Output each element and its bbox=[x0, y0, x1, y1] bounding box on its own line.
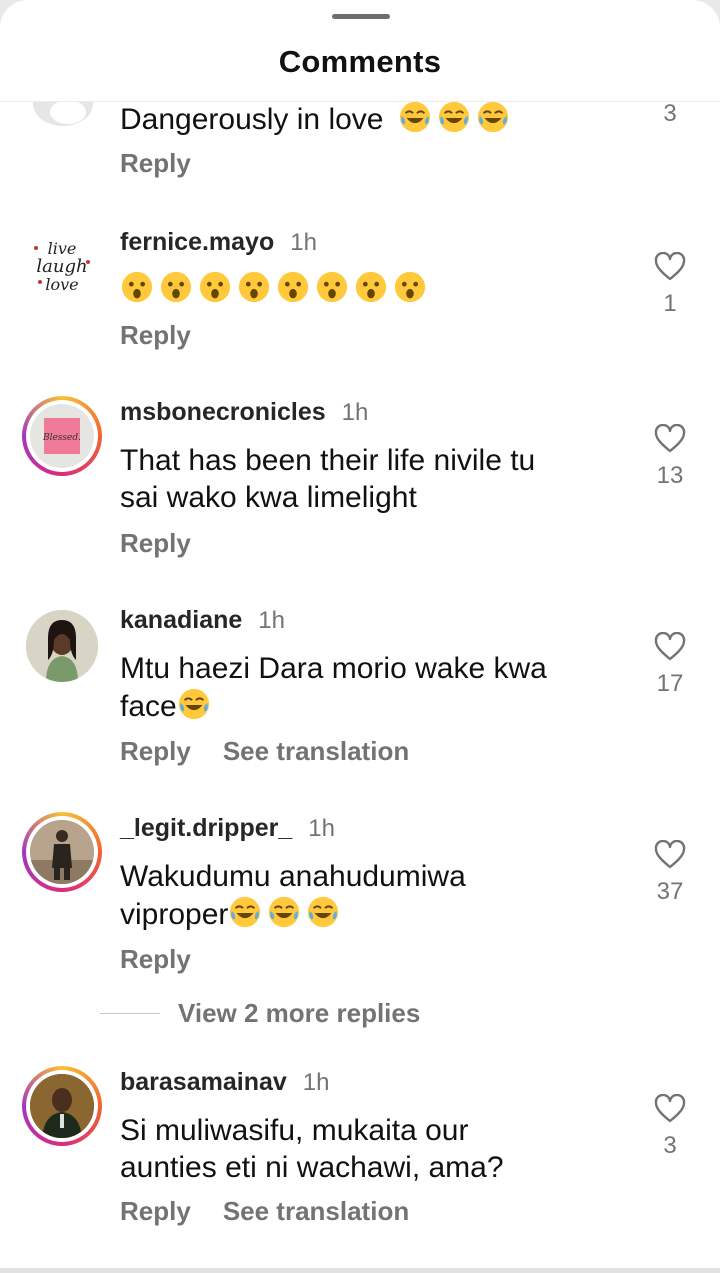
like-count: 3 bbox=[663, 1132, 677, 1159]
comment-actions: Reply bbox=[120, 148, 191, 179]
see-translation-button[interactable]: See translation bbox=[223, 1196, 409, 1227]
avatar-image bbox=[26, 610, 98, 682]
joy-emoji-icon bbox=[269, 896, 300, 928]
avatar-image bbox=[30, 1074, 94, 1138]
comment-header: kanadiane 1h bbox=[120, 606, 285, 635]
comment-header: fernice.mayo 1h bbox=[120, 228, 317, 257]
comment-actions: Reply See translation bbox=[120, 736, 409, 767]
avatar-image bbox=[30, 820, 94, 884]
wow-emoji-icon bbox=[316, 271, 348, 303]
page-title: Comments bbox=[278, 44, 442, 79]
username[interactable]: barasamainav bbox=[120, 1068, 287, 1097]
avatar[interactable] bbox=[22, 606, 102, 686]
joy-emoji-icon bbox=[477, 101, 508, 133]
avatar-story-ring[interactable] bbox=[22, 1066, 102, 1146]
comments-list[interactable]: Dangerously in love Reply 3 live laugh l… bbox=[0, 0, 720, 1273]
comment-text: Mtu haezi Dara morio wake kwa face bbox=[120, 652, 547, 723]
username[interactable]: fernice.mayo bbox=[120, 228, 274, 257]
avatar-story-ring[interactable] bbox=[22, 812, 102, 892]
reply-button[interactable]: Reply bbox=[120, 528, 191, 559]
svg-text:laugh: laugh bbox=[36, 256, 87, 277]
heart-icon bbox=[654, 424, 686, 453]
comment-text: Si muliwasifu, mukaita our aunties eti n… bbox=[120, 1114, 504, 1184]
heart-icon bbox=[654, 840, 686, 869]
wow-emoji-icon bbox=[199, 271, 231, 303]
comment-header: barasamainav 1h bbox=[120, 1068, 329, 1097]
username[interactable]: _legit.dripper_ bbox=[120, 814, 292, 843]
timestamp: 1h bbox=[341, 399, 369, 426]
heart-icon bbox=[654, 632, 686, 661]
username[interactable]: kanadiane bbox=[120, 606, 242, 635]
like-button[interactable]: 37 bbox=[648, 840, 692, 906]
joy-emoji-icon bbox=[308, 896, 339, 928]
comment-header: msbonecronicles 1h bbox=[120, 398, 368, 427]
like-count: 37 bbox=[656, 878, 684, 905]
comment-text: Wakudumu anahudumiwa viproper bbox=[120, 860, 466, 931]
reply-button[interactable]: Reply bbox=[120, 1196, 191, 1227]
comment-header: _legit.dripper_ 1h bbox=[120, 814, 335, 843]
like-button[interactable]: 1 bbox=[648, 252, 692, 318]
comment-text: Dangerously in love bbox=[120, 100, 620, 138]
comment-actions: Reply bbox=[120, 528, 191, 559]
username[interactable]: msbonecronicles bbox=[120, 398, 326, 427]
view-more-replies[interactable]: View 2 more replies bbox=[100, 998, 420, 1029]
timestamp: 1h bbox=[308, 815, 335, 842]
timestamp: 1h bbox=[290, 229, 317, 256]
like-button[interactable]: 13 bbox=[648, 424, 692, 490]
timestamp: 1h bbox=[302, 1069, 330, 1096]
like-count: 1 bbox=[663, 290, 677, 317]
avatar-story-ring[interactable]: Blessed. bbox=[22, 396, 102, 476]
like-count: 17 bbox=[656, 670, 684, 697]
comments-header: Comments bbox=[0, 0, 720, 102]
joy-emoji-icon bbox=[399, 101, 430, 133]
timestamp: 1h bbox=[258, 607, 285, 634]
comment-actions: Reply See translation bbox=[120, 1196, 409, 1227]
like-count: 13 bbox=[656, 462, 684, 489]
svg-text:love: love bbox=[45, 275, 78, 294]
heart-icon bbox=[654, 1094, 686, 1123]
avatar-image: Blessed. bbox=[42, 418, 81, 454]
comment-text bbox=[120, 270, 620, 308]
like-button[interactable]: 17 bbox=[648, 632, 692, 698]
wow-emoji-icon bbox=[160, 271, 192, 303]
drag-handle[interactable] bbox=[332, 14, 390, 19]
reply-button[interactable]: Reply bbox=[120, 320, 191, 351]
reply-button[interactable]: Reply bbox=[120, 736, 191, 767]
wow-emoji-icon bbox=[394, 271, 426, 303]
comment-text: That has been their life nivile tu sai w… bbox=[120, 444, 536, 514]
like-button[interactable]: 3 bbox=[648, 1094, 692, 1160]
view-more-replies-label: View 2 more replies bbox=[178, 998, 421, 1028]
wow-emoji-icon bbox=[355, 271, 387, 303]
bottom-divider bbox=[0, 1268, 720, 1273]
comment-actions: Reply bbox=[120, 320, 191, 351]
wow-emoji-icon bbox=[277, 271, 309, 303]
wow-emoji-icon bbox=[121, 271, 153, 303]
joy-emoji-icon bbox=[230, 896, 261, 928]
wow-emoji-icon bbox=[238, 271, 270, 303]
avatar[interactable]: live laugh love bbox=[22, 228, 102, 308]
reply-button[interactable]: Reply bbox=[120, 148, 191, 179]
avatar-logo-icon: live laugh love bbox=[34, 239, 90, 294]
joy-emoji-icon bbox=[178, 688, 209, 720]
see-translation-button[interactable]: See translation bbox=[223, 736, 409, 767]
divider bbox=[100, 1013, 160, 1014]
heart-icon bbox=[654, 252, 686, 281]
reply-button[interactable]: Reply bbox=[120, 944, 191, 975]
svg-text:Blessed.: Blessed. bbox=[42, 433, 81, 443]
like-count: 3 bbox=[663, 100, 677, 127]
joy-emoji-icon bbox=[438, 101, 469, 133]
comments-sheet: Dangerously in love Reply 3 live laugh l… bbox=[0, 0, 720, 1273]
comment-actions: Reply bbox=[120, 944, 191, 975]
